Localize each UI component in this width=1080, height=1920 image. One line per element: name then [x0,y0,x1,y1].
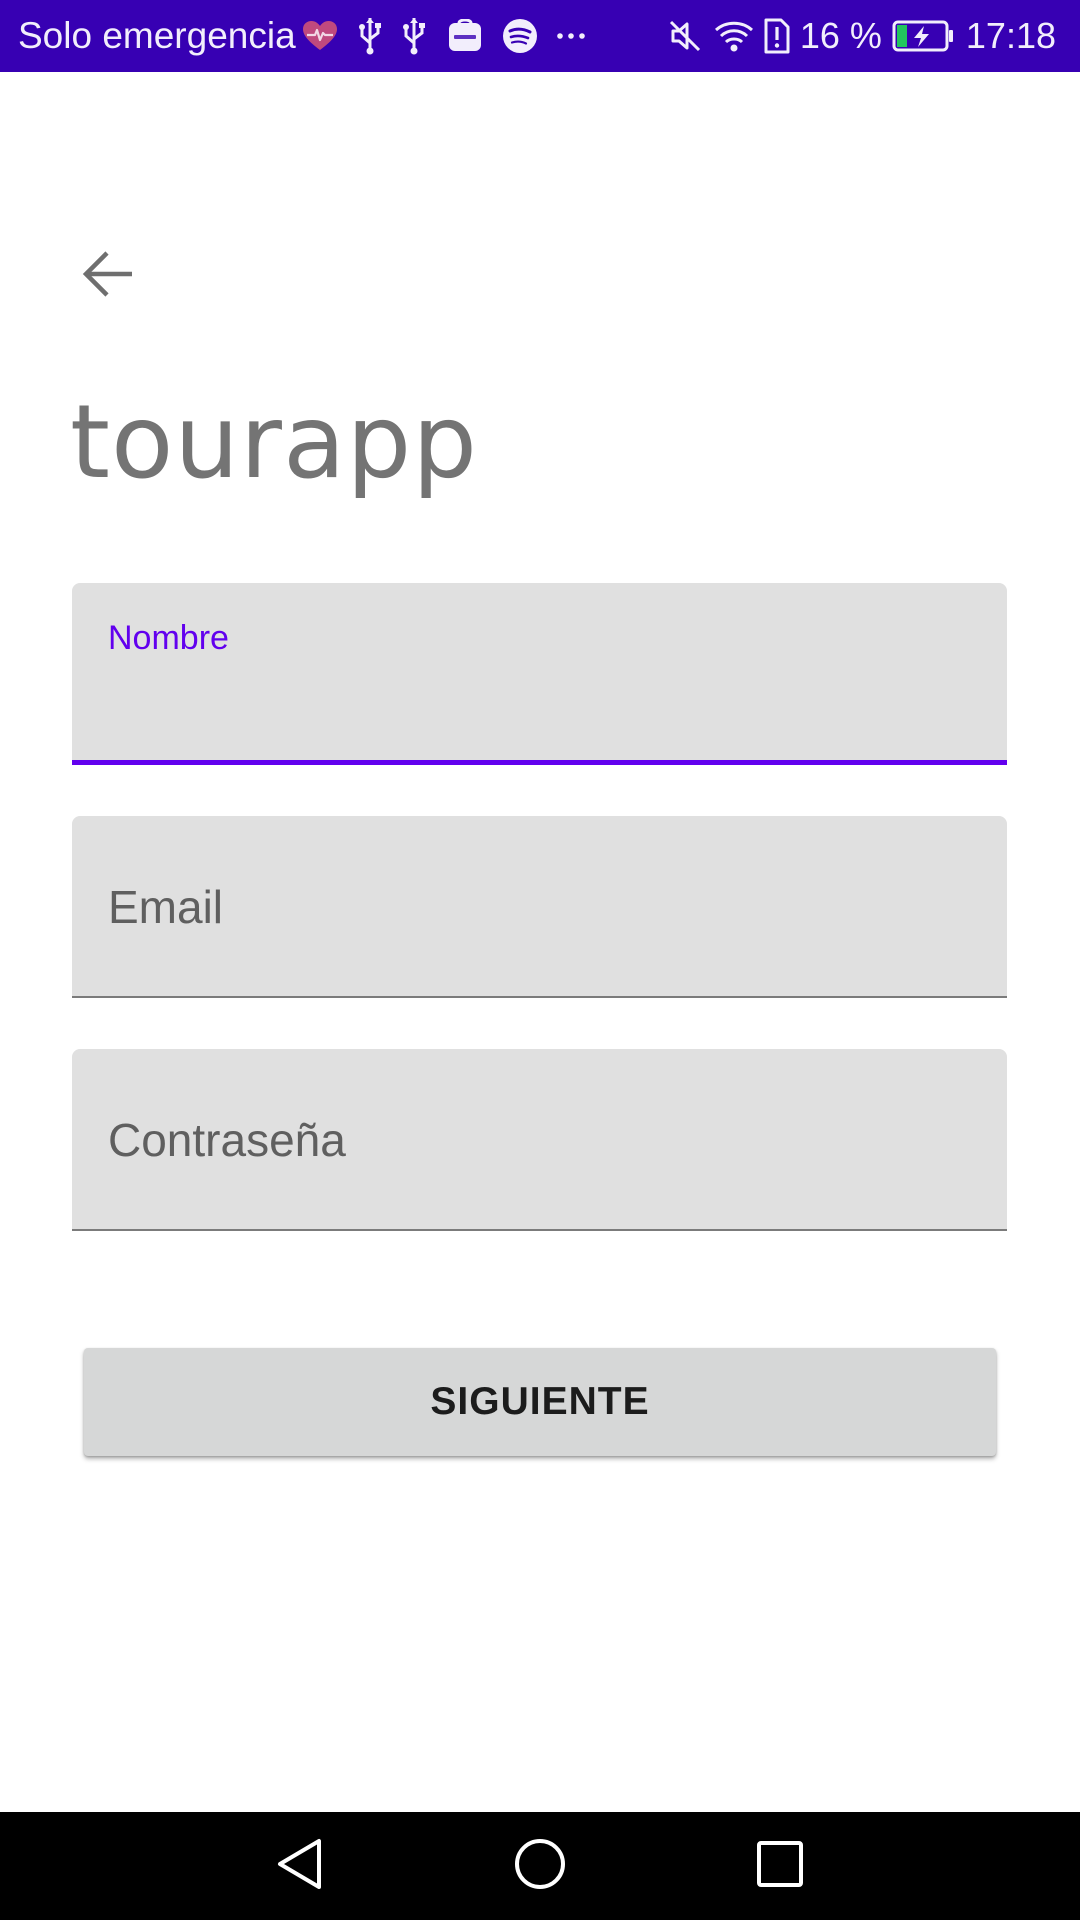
status-right: 16 % 17:18 [668,0,1056,72]
email-field[interactable]: Email [72,816,1007,998]
heart-icon [302,20,338,52]
app-title: tourapp [70,383,478,502]
spotify-icon [502,18,538,54]
carrier-label: Solo emergencia [18,15,296,56]
password-field[interactable]: Contraseña [72,1049,1007,1231]
arrow-back-icon [82,250,134,303]
nombre-label: Nombre [108,619,229,657]
nav-recents-button[interactable] [720,1812,840,1920]
email-label: Email [108,881,224,933]
mute-icon [668,18,702,54]
navigation-bar [0,1812,1080,1920]
clock: 17:18 [965,15,1056,56]
sim-alert-icon [764,18,790,54]
recents-square-icon [756,1840,804,1893]
nav-back-button[interactable] [240,1812,360,1920]
back-triangle-icon [275,1838,325,1895]
usb-icon [358,17,382,55]
siguiente-button[interactable]: SIGUIENTE [84,1348,996,1456]
nombre-underline [72,760,1007,765]
usb-icon [402,17,426,55]
status-left: Solo emergencia [18,0,586,72]
password-underline [72,1229,1007,1231]
home-circle-icon [514,1838,566,1895]
siguiente-button-label: SIGUIENTE [430,1380,650,1423]
nav-home-button[interactable] [480,1812,600,1920]
battery-percent: 16 % [799,15,882,56]
battery-charging-icon [892,20,954,52]
wifi-icon [714,19,754,53]
more-icon [556,31,586,41]
huawei-icon [448,19,482,53]
status-bar: Solo emergencia 16 % 17:18 [0,0,1080,72]
nombre-field[interactable]: Nombre [72,583,1007,765]
back-button[interactable] [62,226,154,326]
email-underline [72,996,1007,998]
password-label: Contraseña [108,1114,346,1166]
